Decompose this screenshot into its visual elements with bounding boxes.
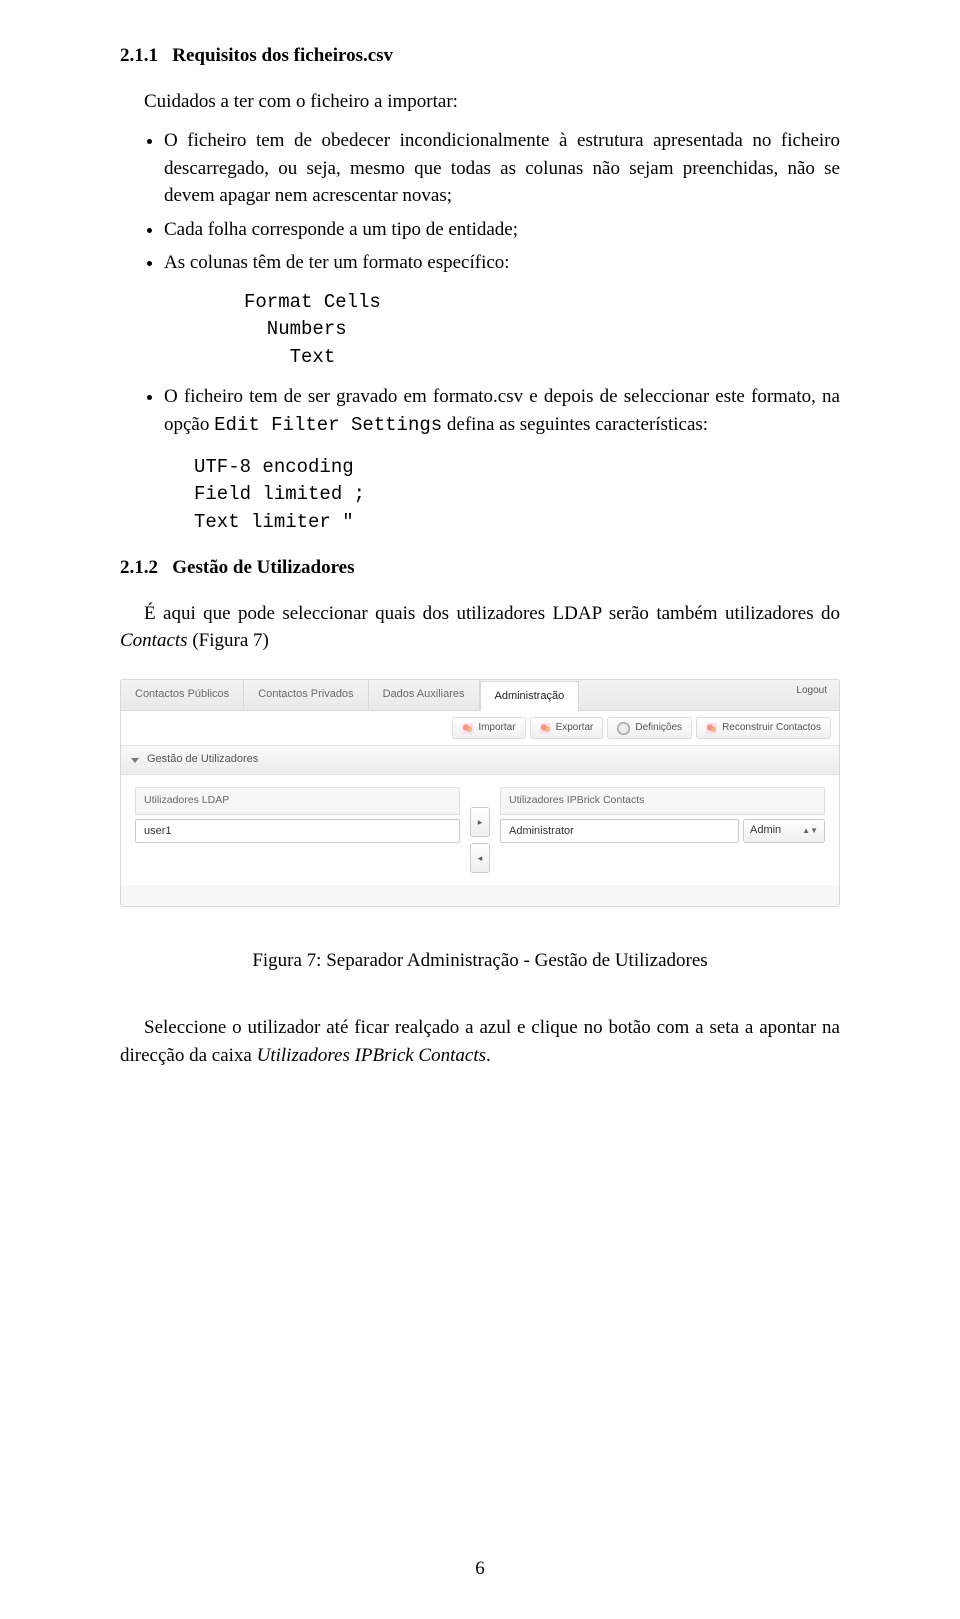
tab-bar: Contactos Públicos Contactos Privados Da… (121, 680, 839, 711)
heading-number: 2.1.2 (120, 557, 158, 578)
heading-title: Gestão de Utilizadores (172, 557, 354, 578)
heading-title: Requisitos dos ficheiros.csv (172, 45, 393, 66)
ldap-user-item[interactable]: user1 (135, 819, 460, 843)
list-item: O ficheiro tem de obedecer incondicional… (164, 127, 840, 210)
heading-number: 2.1.1 (120, 45, 158, 66)
intro-paragraph: Cuidados a ter com o ficheiro a importar… (120, 88, 840, 116)
button-label: Exportar (556, 721, 594, 736)
ipbrick-user-item[interactable]: Administrator (500, 819, 739, 843)
list-item: Cada folha corresponde a um tipo de enti… (164, 216, 840, 244)
role-select[interactable]: Admin ▲▼ (743, 819, 825, 843)
tab-contactos-privados[interactable]: Contactos Privados (244, 680, 368, 710)
chevron-down-icon (131, 758, 139, 763)
heading-211: 2.1.1 Requisitos dos ficheiros.csv (120, 42, 840, 70)
app-screenshot: Contactos Públicos Contactos Privados Da… (120, 679, 840, 907)
text-run: É aqui que pode seleccionar quais dos ut… (144, 603, 840, 624)
ipbrick-users-header: Utilizadores IPBrick Contacts (500, 787, 825, 814)
list-item: O ficheiro tem de ser gravado em formato… (164, 383, 840, 439)
export-button[interactable]: Exportar (530, 717, 604, 740)
text-run: (Figura 7) (188, 630, 269, 651)
move-right-button[interactable]: ▸ (470, 807, 490, 837)
people-icon (706, 723, 717, 734)
people-icon (540, 723, 551, 734)
tab-administracao[interactable]: Administração (480, 681, 580, 711)
text-run: . (486, 1045, 491, 1066)
text-run: defina as seguintes características: (442, 414, 708, 435)
gear-icon (617, 722, 630, 735)
ipbrick-users-group: Utilizadores IPBrick Contacts Administra… (500, 787, 825, 842)
list-item: As colunas têm de ter um formato específ… (164, 249, 840, 277)
updown-caret-icon: ▲▼ (802, 825, 818, 837)
ldap-users-header: Utilizadores LDAP (135, 787, 460, 814)
code-block-utf8: UTF-8 encoding Field limited ; Text limi… (194, 454, 840, 537)
button-label: Reconstruir Contactos (722, 721, 821, 736)
accordion-header[interactable]: Gestão de Utilizadores (121, 746, 839, 775)
accordion-title: Gestão de Utilizadores (147, 752, 258, 768)
people-icon (462, 723, 473, 734)
button-label: Importar (478, 721, 515, 736)
button-label: Definições (635, 721, 682, 736)
paragraph-final: Seleccione o utilizador até ficar realça… (120, 1014, 840, 1069)
figure-caption: Figura 7: Separador Administração - Gest… (120, 947, 840, 975)
settings-button[interactable]: Definições (607, 717, 692, 740)
logout-link[interactable]: Logout (796, 684, 827, 699)
rebuild-contacts-button[interactable]: Reconstruir Contactos (696, 717, 831, 740)
page-number: 6 (0, 1555, 960, 1583)
paragraph-gestao: É aqui que pode seleccionar quais dos ut… (120, 600, 840, 655)
tab-contactos-publicos[interactable]: Contactos Públicos (121, 680, 244, 710)
inline-code: Edit Filter Settings (214, 414, 442, 436)
transfer-arrows: ▸ ◂ (470, 807, 490, 873)
toolbar: Importar Exportar Definições Reconstruir… (121, 711, 839, 747)
code-block-format-cells: Format Cells Numbers Text (244, 289, 840, 372)
ldap-users-group: Utilizadores LDAP user1 (135, 787, 460, 842)
emphasis: Contacts (120, 630, 188, 651)
bullet-list-b: O ficheiro tem de ser gravado em formato… (120, 383, 840, 439)
bullet-list-a: O ficheiro tem de obedecer incondicional… (120, 127, 840, 277)
select-value: Admin (750, 823, 781, 839)
panel-body: Utilizadores LDAP user1 ▸ ◂ Utilizadores… (121, 775, 839, 885)
heading-212: 2.1.2 Gestão de Utilizadores (120, 554, 840, 582)
import-button[interactable]: Importar (452, 717, 525, 740)
emphasis: Utilizadores IPBrick Contacts (257, 1045, 486, 1066)
tab-dados-auxiliares[interactable]: Dados Auxiliares (369, 680, 480, 710)
move-left-button[interactable]: ◂ (470, 843, 490, 873)
